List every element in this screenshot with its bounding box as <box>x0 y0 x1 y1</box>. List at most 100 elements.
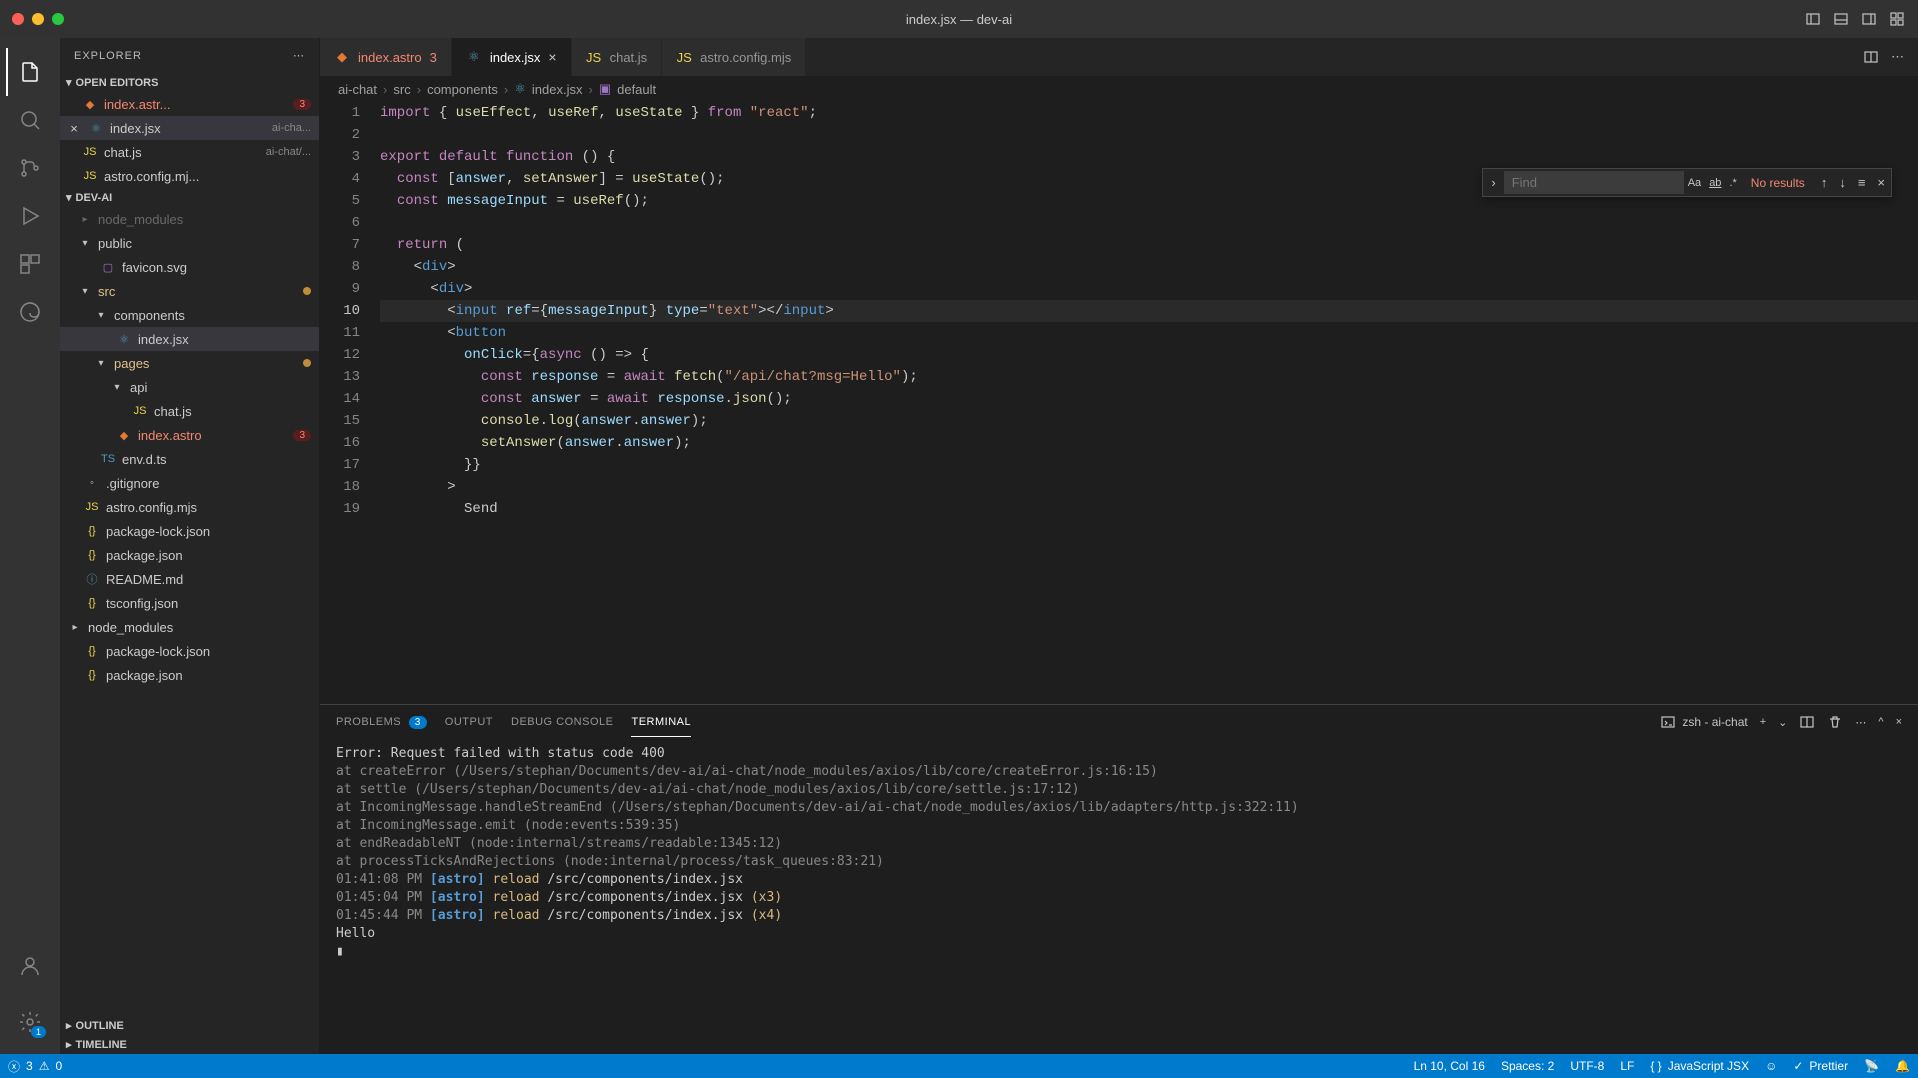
find-widget: › Aa ab .* No results ↑ ↓ ≡ × <box>1482 168 1892 197</box>
tree-file[interactable]: ◆ index.astro 3 <box>60 423 319 447</box>
open-editor-item[interactable]: JS astro.config.mj... <box>60 164 319 188</box>
tree-file[interactable]: {} package.json <box>60 543 319 567</box>
activity-bar: 1 <box>0 38 60 1054</box>
tree-file[interactable]: JS astro.config.mjs <box>60 495 319 519</box>
tree-file[interactable]: TS env.d.ts <box>60 447 319 471</box>
status-language[interactable]: { } JavaScript JSX <box>1650 1059 1749 1073</box>
window-close-button[interactable] <box>12 13 24 25</box>
tab-index-jsx[interactable]: ⚛ index.jsx × <box>452 38 572 76</box>
modified-dot-icon <box>303 359 311 367</box>
tree-file[interactable]: {} tsconfig.json <box>60 591 319 615</box>
window-minimize-button[interactable] <box>32 13 44 25</box>
chevron-down-icon: ▾ <box>94 358 108 369</box>
activity-explorer[interactable] <box>6 48 54 96</box>
status-eol[interactable]: LF <box>1620 1059 1634 1073</box>
panel-tab-output[interactable]: OUTPUT <box>445 708 493 736</box>
activity-debug[interactable] <box>6 192 54 240</box>
status-antenna-icon[interactable]: 📡 <box>1864 1059 1879 1073</box>
svg-file-icon: ▢ <box>100 259 116 275</box>
sidebar-more-icon[interactable]: ⋯ <box>293 49 305 62</box>
regex-icon[interactable]: .* <box>1725 175 1740 191</box>
tree-file[interactable]: ⚛ index.jsx <box>60 327 319 351</box>
status-encoding[interactable]: UTF-8 <box>1570 1059 1604 1073</box>
status-bell-icon[interactable]: 🔔 <box>1895 1059 1910 1073</box>
tree-folder[interactable]: ▾ components <box>60 303 319 327</box>
react-file-icon: ⚛ <box>116 331 132 347</box>
activity-edge[interactable] <box>6 288 54 336</box>
terminal-picker[interactable]: zsh - ai-chat <box>1660 714 1747 730</box>
tree-file[interactable]: ⓘ README.md <box>60 567 319 591</box>
panel-tab-terminal[interactable]: TERMINAL <box>631 708 691 737</box>
more-icon[interactable]: ⋯ <box>1891 49 1904 65</box>
tree-folder[interactable]: ▾ public <box>60 231 319 255</box>
tree-folder[interactable]: ▸ node_modules <box>60 615 319 639</box>
tree-file[interactable]: JS chat.js <box>60 399 319 423</box>
tab-chat-js[interactable]: JS chat.js <box>572 38 663 76</box>
panel-tab-debug[interactable]: DEBUG CONSOLE <box>511 708 613 736</box>
activity-extensions[interactable] <box>6 240 54 288</box>
tree-file[interactable]: {} package-lock.json <box>60 639 319 663</box>
settings-badge: 1 <box>31 1026 46 1038</box>
find-in-selection-icon[interactable]: ≡ <box>1852 171 1872 194</box>
terminal[interactable]: Error: Request failed with status code 4… <box>320 739 1918 1054</box>
breadcrumbs[interactable]: ai-chat› src› components› ⚛ index.jsx› ▣… <box>320 76 1918 102</box>
layout-panel-icon[interactable] <box>1832 10 1850 28</box>
chevron-down-icon: ▾ <box>78 238 92 249</box>
layout-sidebar-right-icon[interactable] <box>1860 10 1878 28</box>
panel-tab-problems[interactable]: PROBLEMS 3 <box>336 708 427 736</box>
new-terminal-icon[interactable]: + <box>1760 716 1766 728</box>
section-timeline[interactable]: ▸ TIMELINE <box>60 1035 319 1054</box>
terminal-dropdown-icon[interactable]: ⌄ <box>1778 716 1787 729</box>
activity-search[interactable] <box>6 96 54 144</box>
open-editor-item[interactable]: JS chat.js ai-chat/... <box>60 140 319 164</box>
tree-file[interactable]: {} package-lock.json <box>60 519 319 543</box>
window-title: index.jsx — dev-ai <box>906 12 1012 27</box>
layout-customize-icon[interactable] <box>1888 10 1906 28</box>
section-project[interactable]: ▾ DEV-AI <box>60 188 319 207</box>
status-errors[interactable]: ⓧ 3 ⚠ 0 <box>8 1058 62 1075</box>
split-editor-icon[interactable] <box>1863 49 1879 65</box>
window-zoom-button[interactable] <box>52 13 64 25</box>
more-icon[interactable]: ⋯ <box>1855 716 1866 729</box>
astro-file-icon: ◆ <box>116 427 132 443</box>
close-panel-icon[interactable]: × <box>1896 716 1902 728</box>
tab-index-astro[interactable]: ◆ index.astro 3 <box>320 38 452 76</box>
layout-sidebar-left-icon[interactable] <box>1804 10 1822 28</box>
prev-match-icon[interactable]: ↑ <box>1815 171 1834 194</box>
tree-folder[interactable]: ▾ api <box>60 375 319 399</box>
status-prettier[interactable]: ✓ Prettier <box>1793 1059 1848 1073</box>
section-open-editors[interactable]: ▾ OPEN EDITORS <box>60 73 319 92</box>
section-outline[interactable]: ▸ OUTLINE <box>60 1016 319 1035</box>
status-spaces[interactable]: Spaces: 2 <box>1501 1059 1554 1073</box>
react-file-icon: ⚛ <box>466 49 482 65</box>
open-editor-item[interactable]: ◆ index.astr... 3 <box>60 92 319 116</box>
tree-file[interactable]: ▢ favicon.svg <box>60 255 319 279</box>
open-editor-item[interactable]: × ⚛ index.jsx ai-cha... <box>60 116 319 140</box>
tree-folder[interactable]: ▸ node_modules <box>60 207 319 231</box>
tree-folder[interactable]: ▾ pages <box>60 351 319 375</box>
activity-account[interactable] <box>6 942 54 990</box>
close-icon[interactable]: × <box>1871 171 1891 194</box>
activity-settings[interactable]: 1 <box>6 998 54 1046</box>
sidebar: EXPLORER ⋯ ▾ OPEN EDITORS ◆ index.astr..… <box>60 38 320 1054</box>
tab-astro-config[interactable]: JS astro.config.mjs <box>662 38 806 76</box>
tree-folder[interactable]: ▾ src <box>60 279 319 303</box>
status-feedback-icon[interactable]: ☺ <box>1765 1059 1777 1073</box>
close-icon[interactable]: × <box>66 121 82 136</box>
tree-file[interactable]: ◦ .gitignore <box>60 471 319 495</box>
match-case-icon[interactable]: Aa <box>1684 175 1705 191</box>
trash-icon[interactable] <box>1827 714 1843 730</box>
js-file-icon: JS <box>84 499 100 515</box>
find-input[interactable] <box>1504 171 1684 194</box>
next-match-icon[interactable]: ↓ <box>1833 171 1852 194</box>
tree-file[interactable]: {} package.json <box>60 663 319 687</box>
split-terminal-icon[interactable] <box>1799 714 1815 730</box>
maximize-panel-icon[interactable]: ^ <box>1878 716 1883 728</box>
chevron-right-icon[interactable]: › <box>1483 169 1503 196</box>
editor-area: ◆ index.astro 3 ⚛ index.jsx × JS chat.js… <box>320 38 1918 1054</box>
match-word-icon[interactable]: ab <box>1705 175 1725 191</box>
close-icon[interactable]: × <box>548 49 556 65</box>
status-cursor[interactable]: Ln 10, Col 16 <box>1414 1059 1485 1073</box>
activity-scm[interactable] <box>6 144 54 192</box>
chevron-right-icon: ▸ <box>68 622 82 633</box>
